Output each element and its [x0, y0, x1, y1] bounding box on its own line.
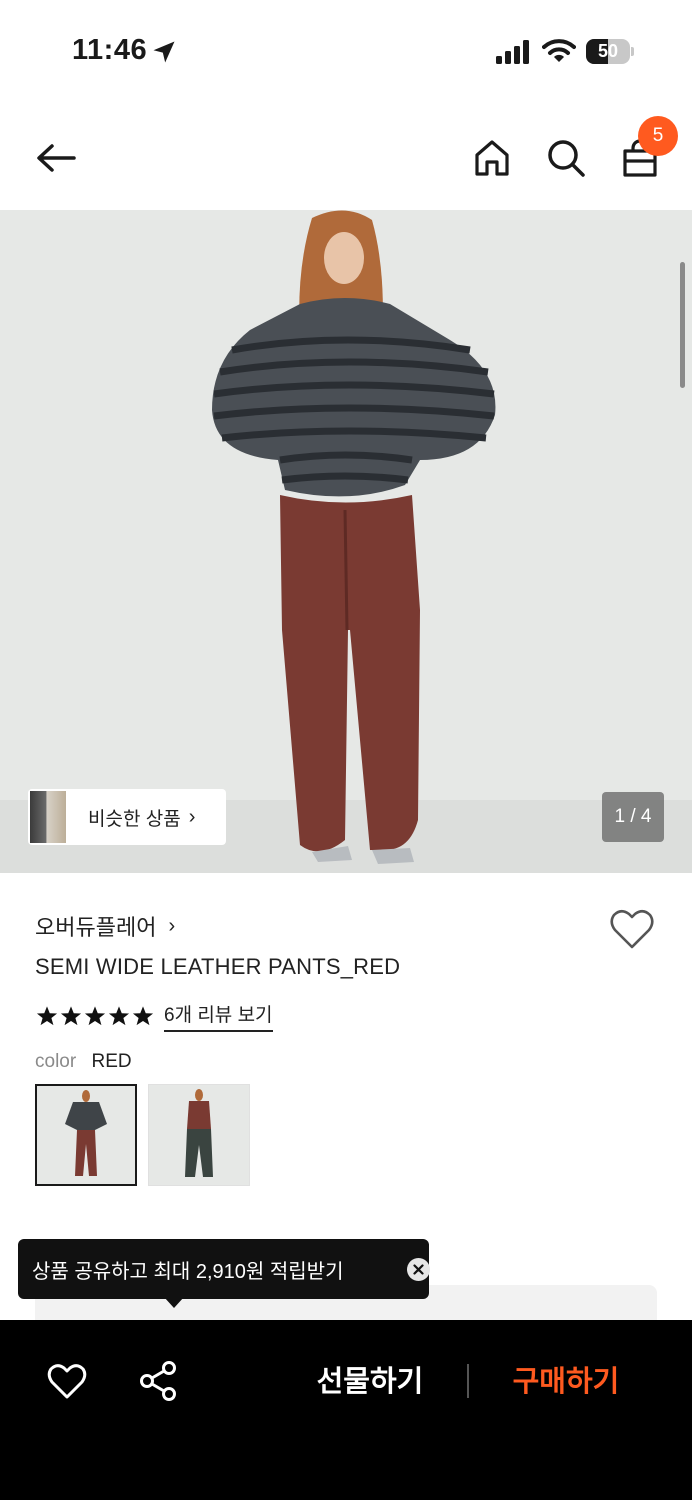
color-label: color [35, 1051, 77, 1072]
status-time: 11:46 [72, 34, 148, 66]
similar-products-label: 비슷한 상품 [88, 808, 181, 830]
share-icon [140, 1361, 176, 1401]
bottom-wishlist-button[interactable] [46, 1361, 88, 1401]
star-icon [84, 1006, 106, 1026]
star-icon [108, 1006, 130, 1026]
status-bar: 11:46 50 [0, 0, 692, 100]
heart-icon [610, 909, 654, 949]
hero-scroll-indicator [680, 262, 685, 388]
similar-products-button[interactable]: 비슷한 상품 › [28, 789, 226, 845]
cart-count-badge: 5 [638, 116, 678, 156]
swatch-thumbnail [37, 1086, 135, 1184]
star-icon [36, 1006, 58, 1026]
tooltip-text: 상품 공유하고 최대 2,910원 적립받기 [32, 1260, 344, 1283]
bottom-bar-divider [467, 1364, 469, 1398]
rating-row: 6개 리뷰 보기 [36, 1000, 273, 1032]
chevron-right-icon: › [188, 805, 196, 828]
battery-indicator: 50 [586, 39, 634, 64]
search-icon [548, 140, 585, 177]
heart-icon [47, 1364, 87, 1399]
back-arrow-icon [37, 144, 76, 172]
color-value: RED [91, 1051, 132, 1072]
color-row: color RED [35, 1051, 132, 1073]
brand-name: 오버듀플레어 [35, 915, 157, 940]
brand-link[interactable]: 오버듀플레어 › [35, 910, 175, 942]
review-link[interactable]: 6개 리뷰 보기 [164, 1000, 273, 1032]
product-title: SEMI WIDE LEATHER PANTS_RED [35, 954, 401, 979]
star-icon [132, 1006, 154, 1026]
wishlist-button[interactable] [608, 906, 656, 952]
buy-button[interactable]: 구매하기 [496, 1360, 636, 1404]
swatch-thumbnail [149, 1085, 249, 1185]
chevron-right-icon: › [168, 914, 176, 937]
star-icon [60, 1006, 82, 1026]
location-arrow-icon [153, 41, 175, 63]
bottom-action-bar: 선물하기 구매하기 [0, 1320, 692, 1500]
tooltip-close-button[interactable] [407, 1258, 430, 1281]
product-photo [212, 210, 496, 864]
battery-text: 50 [597, 41, 619, 61]
similar-products-thumbnail [30, 791, 66, 843]
top-nav-bar [0, 110, 692, 206]
signal-icon [496, 40, 529, 64]
home-button[interactable] [468, 134, 516, 182]
color-swatch-green[interactable] [148, 1084, 250, 1186]
back-button[interactable] [32, 134, 80, 182]
close-icon [413, 1264, 424, 1275]
color-swatch-red[interactable] [35, 1084, 137, 1186]
home-icon [475, 140, 509, 176]
product-image-carousel[interactable]: 비슷한 상품 › 1 / 4 [0, 210, 692, 873]
share-button[interactable] [138, 1360, 178, 1402]
gift-button[interactable]: 선물하기 [300, 1360, 440, 1404]
image-page-counter: 1 / 4 [602, 792, 664, 842]
search-button[interactable] [542, 134, 590, 182]
share-reward-tooltip: 상품 공유하고 최대 2,910원 적립받기 [18, 1239, 430, 1308]
wifi-icon [542, 39, 576, 62]
